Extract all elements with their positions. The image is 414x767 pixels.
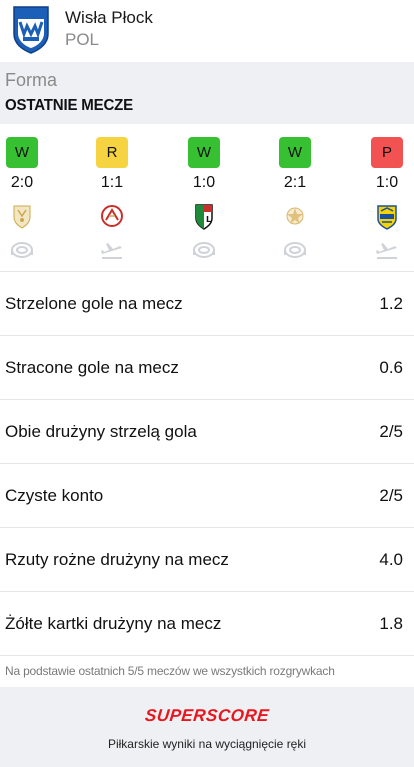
form-strip: W 2:0 R 1:1 W 1:0 L W 2:1 P 1:0 — [0, 124, 414, 272]
result-badge: W — [279, 137, 311, 168]
stadium-icon — [284, 242, 306, 258]
stat-row: Czyste konto 2/5 — [0, 464, 414, 528]
stats-list: Strzelone gole na mecz 1.2 Stracone gole… — [0, 272, 414, 656]
stat-label: Strzelone gole na mecz — [5, 294, 183, 313]
result-badge: R — [96, 137, 128, 168]
wisla-plock-crest-icon — [13, 6, 49, 54]
stat-row: Stracone gole na mecz 0.6 — [0, 336, 414, 400]
superscore-promo[interactable]: SUPERSCORE Piłkarskie wyniki na wyciągni… — [0, 687, 414, 767]
stat-row: Rzuty rożne drużyny na mecz 4.0 — [0, 528, 414, 592]
team-header: Wisła Płock POL — [0, 0, 414, 62]
match-item[interactable]: R 1:1 — [90, 124, 134, 272]
match-item[interactable]: P 1:0 — [365, 124, 409, 272]
club-country: POL — [65, 30, 100, 49]
stats-footnote: Na podstawie ostatnich 5/5 meczów we wsz… — [5, 664, 335, 678]
stat-label: Czyste konto — [5, 486, 104, 505]
stat-value: 2/5 — [379, 422, 403, 441]
widzew-crest-icon — [101, 205, 123, 227]
stat-value: 2/5 — [379, 486, 403, 505]
plane-icon — [101, 243, 122, 259]
result-badge: P — [371, 137, 403, 168]
stat-row: Obie drużyny strzelą gola 2/5 — [0, 400, 414, 464]
legia-crest-icon: L — [195, 204, 213, 230]
stat-label: Obie drużyny strzelą gola — [5, 422, 197, 441]
stadium-icon — [11, 242, 33, 258]
promo-tagline: Piłkarskie wyniki na wyciągnięcie ręki — [107, 737, 307, 751]
stat-value: 4.0 — [379, 550, 403, 569]
opponent-crest-icon — [13, 205, 31, 229]
stat-value: 1.8 — [379, 614, 403, 633]
match-score: 2:0 — [10, 174, 34, 191]
stat-value: 1.2 — [379, 294, 403, 313]
svg-text:L: L — [206, 215, 211, 224]
match-item[interactable]: W 1:0 L — [182, 124, 226, 272]
match-score: 1:0 — [192, 174, 216, 191]
form-section-label: Forma — [5, 70, 58, 90]
club-name: Wisła Płock — [65, 8, 153, 27]
match-item[interactable]: W 2:0 — [0, 124, 44, 272]
stat-label: Stracone gole na mecz — [5, 358, 179, 377]
stat-row: Strzelone gole na mecz 1.2 — [0, 272, 414, 336]
superscore-logo[interactable]: SUPERSCORE — [0, 706, 414, 726]
stat-label: Rzuty rożne drużyny na mecz — [5, 550, 229, 569]
result-badge: W — [188, 137, 220, 168]
last-matches-title: OSTATNIE MECZE — [5, 97, 134, 114]
match-item[interactable]: W 2:1 — [273, 124, 317, 272]
opponent-crest-icon — [286, 207, 304, 225]
stadium-icon — [193, 242, 215, 258]
stat-row: Żółte kartki drużyny na mecz 1.8 — [0, 592, 414, 656]
stat-value: 0.6 — [379, 358, 403, 377]
match-score: 1:1 — [100, 174, 124, 191]
match-score: 1:0 — [375, 174, 399, 191]
match-score: 2:1 — [283, 174, 307, 191]
stat-label: Żółte kartki drużyny na mecz — [5, 614, 222, 633]
plane-icon — [376, 243, 397, 259]
superscore-brand: SUPERSCORE — [144, 706, 271, 725]
result-badge: W — [6, 137, 38, 168]
arka-crest-icon — [377, 205, 397, 230]
